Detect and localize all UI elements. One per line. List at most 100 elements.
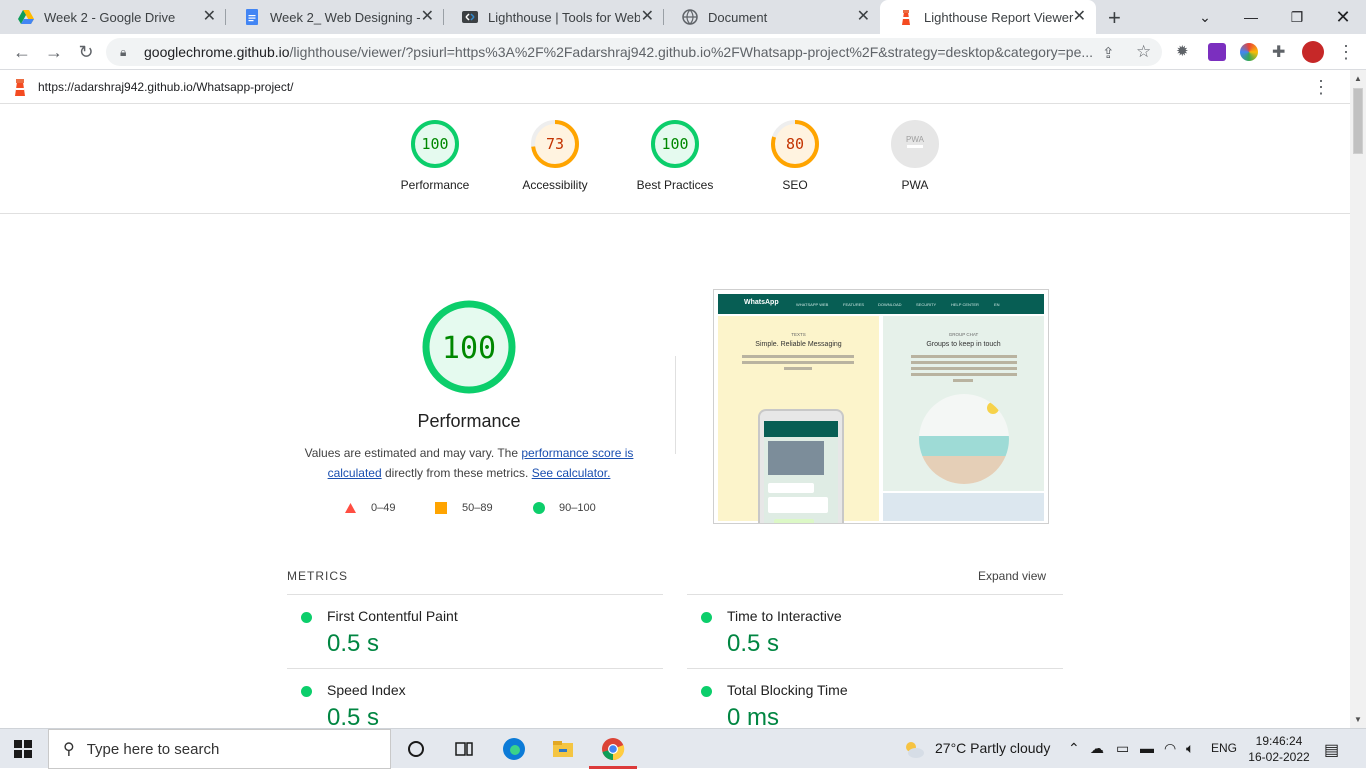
legend-pass: 90–100: [533, 502, 596, 514]
thumb-bubble: [774, 519, 814, 523]
address-bar[interactable]: 🔒︎ googlechrome.github.io/lighthouse/vie…: [106, 38, 1162, 66]
thumb-bubble: [768, 497, 828, 513]
chevron-down-icon: ⌄: [1199, 8, 1211, 25]
show-hidden-icons-icon[interactable]: ⌃: [1068, 740, 1080, 757]
metric-value: 0.5 s: [727, 630, 780, 657]
gauge-label: Best Practices: [636, 178, 714, 192]
final-screenshot[interactable]: WhatsApp WHATSAPP WEB FEATURES DOWNLOAD …: [713, 289, 1049, 524]
weather-text[interactable]: 27°C Partly cloudy: [935, 740, 1050, 756]
thumb-heading: Simple. Reliable Messaging: [755, 341, 842, 348]
v-extension-icon[interactable]: [1208, 43, 1226, 61]
scroll-up-icon[interactable]: ▲: [1354, 74, 1362, 83]
input-language[interactable]: ENG: [1211, 741, 1237, 755]
thumb-nav-item: HELP CENTER: [951, 302, 979, 307]
browser-toolbar: ← → ↻ 🔒︎ googlechrome.github.io/lighthou…: [0, 34, 1366, 70]
pass-circle-icon: [301, 686, 312, 697]
tab-search-button[interactable]: ⌄: [1182, 0, 1228, 34]
score-gauges: 100 Performance 73 Accessibility 100 Best Pra…: [0, 104, 1350, 214]
wifi-icon[interactable]: ◠: [1164, 740, 1176, 757]
close-icon[interactable]: ✕: [203, 9, 216, 25]
system-clock[interactable]: 19:46:24 16-02-2022: [1248, 733, 1310, 765]
back-button[interactable]: ←: [12, 42, 32, 62]
metrics-heading: METRICS: [287, 569, 348, 583]
scroll-down-icon[interactable]: ▼: [1354, 715, 1362, 724]
gauge-pwa[interactable]: PWA PWA: [855, 118, 975, 192]
color-picker-extension-icon[interactable]: [1240, 43, 1258, 61]
gauge-best-practices[interactable]: 100 Best Practices: [615, 118, 735, 192]
file-explorer-icon[interactable]: [551, 737, 575, 761]
gauge-ring: PWA: [891, 120, 939, 168]
gauge-score: 73: [546, 135, 564, 153]
tab-label: Lighthouse Report Viewer: [924, 9, 1074, 25]
thumb-text-line: [911, 355, 1017, 358]
bug-extension-icon[interactable]: ✹: [1176, 42, 1194, 60]
tab-label: Week 2 - Google Drive: [44, 9, 176, 25]
chrome-menu-icon[interactable]: ⋮: [1336, 42, 1356, 62]
volume-icon[interactable]: 🔈︎: [1186, 740, 1194, 757]
windows-start-icon[interactable]: [14, 740, 32, 758]
thumb-left-panel: TEXTS Simple. Reliable Messaging: [718, 316, 879, 523]
notifications-icon[interactable]: ▤: [1324, 740, 1339, 760]
tab-lighthouse-report-viewer[interactable]: Lighthouse Report Viewer ✕: [880, 0, 1096, 34]
scrollbar-thumb[interactable]: [1353, 88, 1363, 154]
star-icon[interactable]: ☆: [1136, 42, 1151, 62]
thumb-text-line: [911, 367, 1017, 370]
circle-icon: [533, 502, 545, 514]
tab-google-drive[interactable]: Week 2 - Google Drive ✕: [0, 0, 226, 34]
thumb-kicker: GROUP CHAT: [948, 332, 979, 337]
thumb-phone-screen: [764, 421, 838, 523]
thumb-nav-item: SECURITY: [916, 302, 937, 307]
partly-cloudy-icon[interactable]: [903, 739, 925, 759]
close-icon[interactable]: ✕: [421, 9, 434, 25]
battery-icon[interactable]: ▬: [1140, 740, 1154, 756]
forward-button[interactable]: →: [44, 42, 64, 62]
legend-fail: 0–49: [344, 502, 395, 514]
tab-label: Week 2_ Web Designing - Co: [270, 9, 420, 25]
tab-google-docs[interactable]: Week 2_ Web Designing - Co ✕: [226, 0, 444, 34]
close-icon[interactable]: ✕: [857, 9, 870, 25]
gauge-seo[interactable]: 80 SEO: [735, 118, 855, 192]
gauge-ring: 80: [771, 120, 819, 168]
new-tab-button[interactable]: +: [1108, 5, 1121, 31]
gauge-ring: 100: [411, 120, 459, 168]
share-icon[interactable]: ⇪: [1102, 44, 1115, 62]
report-menu-icon[interactable]: ⋮: [1312, 78, 1330, 96]
google-docs-icon: [246, 9, 258, 25]
lighthouse-topbar: https://adarshraj942.github.io/Whatsapp-…: [0, 70, 1350, 104]
thumb-nav-item: FEATURES: [843, 302, 865, 307]
restore-button[interactable]: ❐: [1274, 0, 1320, 34]
gauge-performance[interactable]: 100 Performance: [375, 118, 495, 192]
globe-icon: [682, 9, 698, 25]
device-icon[interactable]: ▭: [1116, 740, 1129, 757]
expand-view-button[interactable]: Expand view: [978, 569, 1046, 583]
avatar[interactable]: [1302, 41, 1324, 63]
reload-button[interactable]: ↻: [76, 42, 96, 62]
close-icon[interactable]: ✕: [1073, 9, 1086, 25]
performance-score: 100: [442, 331, 496, 366]
lighthouse-icon: [902, 10, 910, 25]
gauge-score: 80: [786, 135, 804, 153]
chrome-icon[interactable]: [601, 737, 625, 761]
audited-url[interactable]: https://adarshraj942.github.io/Whatsapp-…: [38, 80, 293, 94]
close-window-button[interactable]: ✕: [1320, 0, 1366, 34]
minimize-button[interactable]: —: [1228, 0, 1274, 34]
edge-icon[interactable]: [502, 737, 526, 761]
pass-circle-icon: [701, 686, 712, 697]
page-scrollbar[interactable]: ▲ ▼: [1350, 70, 1366, 728]
task-view-icon[interactable]: [452, 737, 476, 761]
metrics-divider: [687, 668, 1063, 669]
gauge-accessibility[interactable]: 73 Accessibility: [495, 118, 615, 192]
url-path: /lighthouse/viewer/?psiurl=https%3A%2F%2…: [289, 44, 1094, 60]
tab-label: Lighthouse | Tools for Web D: [488, 9, 640, 25]
address-url[interactable]: googlechrome.github.io/lighthouse/viewer…: [144, 44, 1096, 60]
onedrive-icon[interactable]: ☁: [1090, 740, 1104, 757]
thumb-beach-illustration: [919, 394, 1009, 484]
cortana-icon[interactable]: [404, 737, 428, 761]
see-calculator-link[interactable]: See calculator.: [532, 466, 611, 480]
performance-gauge-large: 100: [420, 298, 518, 401]
tab-document[interactable]: Document ✕: [664, 0, 880, 34]
taskbar-search[interactable]: ⚲ Type here to search: [48, 729, 391, 769]
close-icon[interactable]: ✕: [641, 9, 654, 25]
puzzle-icon[interactable]: ✚: [1272, 42, 1290, 61]
tab-lighthouse-tools[interactable]: Lighthouse | Tools for Web D ✕: [444, 0, 664, 34]
